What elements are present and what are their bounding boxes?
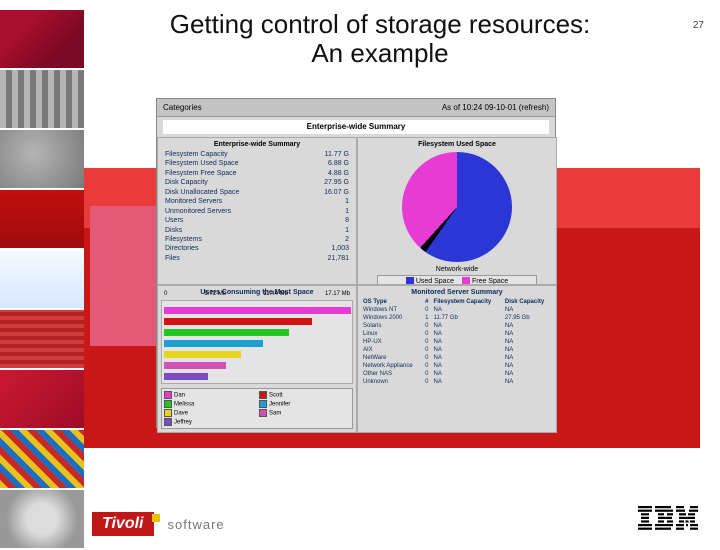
hbar — [164, 362, 226, 369]
screenshot-grid: Enterprise-wide Summary Filesystem Capac… — [157, 137, 555, 433]
table-row: AIX0NANA — [361, 346, 553, 354]
pie-cell: Filesystem Used Space Network-wide Used … — [357, 137, 557, 285]
tivoli-dot-icon — [152, 514, 160, 522]
hbar — [164, 307, 351, 314]
summary-row: Directories1,003 — [161, 244, 353, 253]
title-line-2: An example — [311, 38, 448, 68]
table-header: OS Type — [361, 298, 423, 306]
summary-heading: Enterprise-wide Summary — [161, 141, 353, 148]
summary-cell: Enterprise-wide Summary Filesystem Capac… — [157, 137, 357, 285]
title-line-1: Getting control of storage resources: — [170, 9, 591, 39]
deco-tile — [0, 490, 84, 550]
legend-item: Free Space — [462, 277, 508, 285]
embedded-screenshot: Categories As of 10:24 09-10-01 (refresh… — [156, 98, 556, 428]
legend-item: Used Space — [406, 277, 454, 285]
bars-legend: Dan Scott Melissa Jennifer Dave Sam Jeffrey — [161, 388, 353, 429]
axis-tick: 17.17 Mb — [325, 291, 350, 297]
legend-item: Scott — [259, 391, 350, 399]
summary-row: Disks1 — [161, 226, 353, 235]
deco-tile — [0, 190, 84, 250]
screenshot-header: Categories As of 10:24 09-10-01 (refresh… — [157, 99, 555, 117]
pie-center-label: Network-wide — [361, 266, 553, 273]
legend-item: Sam — [259, 409, 350, 417]
table-header: # — [423, 298, 431, 306]
summary-row: Filesystem Used Space6.88 G — [161, 159, 353, 168]
ibm-logo — [638, 506, 698, 536]
footer: Tivoli software — [84, 506, 720, 536]
table-row: Network Appliance0NANA — [361, 362, 553, 370]
deco-tile — [0, 370, 84, 430]
axis-tick: 5.72 Mb — [204, 291, 226, 297]
deco-tile — [0, 10, 84, 70]
table-header: Filesystem Capacity — [432, 298, 503, 306]
tivoli-software-label: software — [168, 517, 225, 532]
legend-item: Jennifer — [259, 400, 350, 408]
deco-tile — [0, 70, 84, 130]
legend-item: Melissa — [164, 400, 255, 408]
bars-chart: 05.72 Mb11.44 Mb17.17 Mb — [161, 300, 353, 384]
hbar — [164, 329, 289, 336]
summary-row: Filesystems2 — [161, 235, 353, 244]
deco-tile — [0, 250, 84, 310]
table-row: Windows 2000111.77 Gb27.95 Gb — [361, 314, 553, 322]
axis-tick: 11.44 Mb — [263, 291, 288, 297]
summary-list: Filesystem Capacity11.77 GFilesystem Use… — [161, 150, 353, 263]
os-table: OS Type#Filesystem CapacityDisk Capacity… — [361, 298, 553, 386]
table-row: Unknown0NANA — [361, 378, 553, 386]
content-stage: Categories As of 10:24 09-10-01 (refresh… — [84, 98, 700, 448]
screenshot-timestamp: As of 10:24 09-10-01 (refresh) — [442, 103, 549, 112]
summary-row: Disk Capacity27.95 G — [161, 178, 353, 187]
hbar — [164, 318, 312, 325]
hbar — [164, 373, 208, 380]
deco-tile — [0, 130, 84, 190]
legend-item: Jeffrey — [164, 418, 255, 426]
os-cell: Monitored Server Summary OS Type#Filesys… — [357, 285, 557, 433]
screenshot-categories-label: Categories — [163, 103, 202, 112]
summary-row: Files21,781 — [161, 254, 353, 263]
summary-row: Monitored Servers1 — [161, 197, 353, 206]
legend-item: Dave — [164, 409, 255, 417]
deco-tile — [0, 310, 84, 370]
deco-tile — [0, 430, 84, 490]
table-header: Disk Capacity — [503, 298, 553, 306]
table-row: Linux0NANA — [361, 330, 553, 338]
table-row: HP-UX0NANA — [361, 338, 553, 346]
pie-chart — [402, 152, 512, 262]
tivoli-wordmark: Tivoli — [92, 512, 154, 536]
table-row: Other NAS0NANA — [361, 370, 553, 378]
legend-item: Dan — [164, 391, 255, 399]
screenshot-title: Enterprise-wide Summary — [163, 120, 549, 134]
page-number: 27 — [693, 20, 704, 31]
axis-tick: 0 — [164, 291, 167, 297]
summary-row: Unmonitored Servers1 — [161, 207, 353, 216]
slide-title: Getting control of storage resources: An… — [100, 10, 660, 67]
decorative-left-rail — [0, 10, 84, 550]
table-row: NetWare0NANA — [361, 354, 553, 362]
tivoli-logo: Tivoli software — [92, 512, 225, 536]
summary-row: Disk Unallocated Space16.07 G — [161, 188, 353, 197]
pie-heading: Filesystem Used Space — [361, 141, 553, 148]
summary-row: Filesystem Capacity11.77 G — [161, 150, 353, 159]
summary-row: Filesystem Free Space4.88 G — [161, 169, 353, 178]
os-heading: Monitored Server Summary — [361, 289, 553, 296]
summary-row: Users8 — [161, 216, 353, 225]
table-row: Solaris0NANA — [361, 322, 553, 330]
hbar — [164, 340, 263, 347]
ibm-logo-icon — [638, 506, 698, 530]
pie-legend: Used Space Free Space — [377, 275, 537, 285]
bars-cell: Users Consuming the Most Space 05.72 Mb1… — [157, 285, 357, 433]
hbar — [164, 351, 241, 358]
table-row: Windows NT0NANA — [361, 306, 553, 314]
bars-axis: 0 5.72 Mb 11.44 Mb 17.17 Mb — [162, 291, 352, 297]
